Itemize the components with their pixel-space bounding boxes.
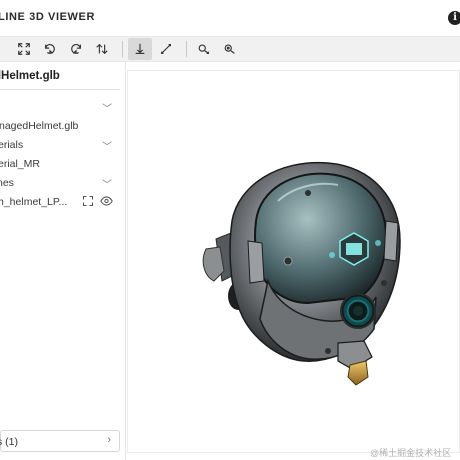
toolbar-separator xyxy=(122,41,123,57)
details-panel-toggle[interactable]: s (1) › xyxy=(0,430,120,452)
file-name: dHelmet.glb xyxy=(0,70,60,82)
measure-icon[interactable] xyxy=(154,38,178,60)
tree-row-material-item[interactable]: erial_MR xyxy=(0,155,120,173)
eye-icon[interactable] xyxy=(100,195,113,210)
tree-label: nes xyxy=(0,177,14,189)
upvector-icon[interactable] xyxy=(128,38,152,60)
chevron-down-icon[interactable]: ﹀ xyxy=(102,176,112,191)
titlebar: LINE 3D VIEWER i xyxy=(0,0,460,36)
rotate-y-icon[interactable] xyxy=(64,38,88,60)
rotate-x-icon[interactable] xyxy=(38,38,62,60)
chevron-down-icon[interactable]: ﹀ xyxy=(102,138,112,153)
tree-row-root[interactable]: ﹀ xyxy=(0,98,120,116)
watermark: @稀土掘金技术社区 xyxy=(370,448,452,458)
helmet-model xyxy=(202,161,401,386)
tree-row-mesh-item[interactable]: h_helmet_LP... xyxy=(0,193,120,211)
toolbar xyxy=(0,36,460,62)
flip-icon[interactable] xyxy=(90,38,114,60)
tree-label: h_helmet_LP... xyxy=(0,196,68,208)
toolbar-separator xyxy=(186,41,187,57)
tree-row-meshes[interactable]: nes ﹀ xyxy=(0,174,120,192)
app-title: LINE 3D VIEWER xyxy=(0,11,96,23)
settings-icon[interactable] xyxy=(218,38,242,60)
3d-viewport[interactable] xyxy=(127,70,460,453)
sidebar: dHelmet.glb ﹀ nagedHelmet.glb erials ﹀ e… xyxy=(0,62,126,460)
tree-label: nagedHelmet.glb xyxy=(0,120,79,132)
chevron-down-icon[interactable]: ﹀ xyxy=(102,100,112,115)
share-icon[interactable] xyxy=(192,38,216,60)
chevron-right-icon[interactable]: › xyxy=(107,434,111,446)
tree-row-materials[interactable]: erials ﹀ xyxy=(0,136,120,154)
info-icon[interactable]: i xyxy=(448,11,460,25)
fit-to-mesh-icon[interactable] xyxy=(82,195,94,210)
details-label: s (1) xyxy=(0,436,18,448)
fit-icon[interactable] xyxy=(12,38,36,60)
tree-row-file[interactable]: nagedHelmet.glb xyxy=(0,117,120,135)
divider xyxy=(0,89,120,90)
tree-label: erial_MR xyxy=(0,158,41,170)
tree-label: erials xyxy=(0,139,24,151)
